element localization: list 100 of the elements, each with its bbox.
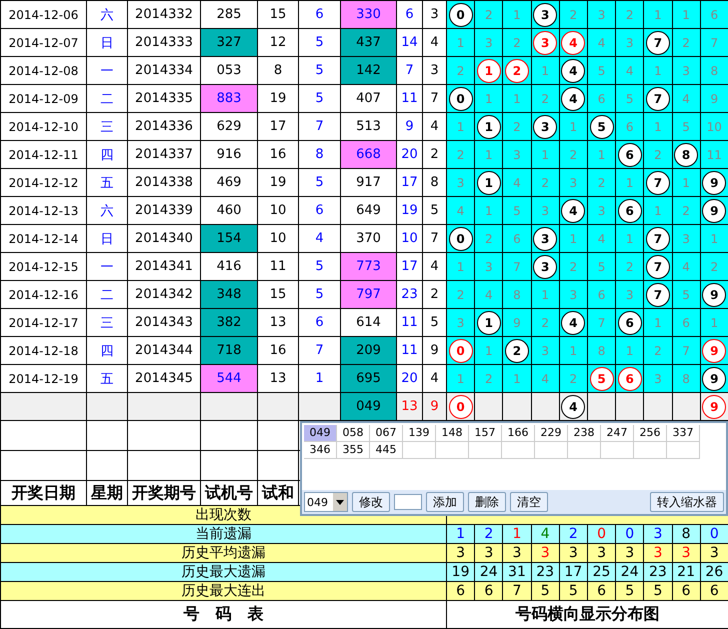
table-cell: 19 <box>396 196 422 224</box>
number-item[interactable]: 355 <box>337 442 370 459</box>
table-cell: 049 <box>340 392 396 420</box>
number-ball: 6 <box>618 310 642 334</box>
number-ball: 9 <box>702 366 726 390</box>
toolbar-button[interactable]: 转入缩水器 <box>650 492 724 512</box>
table-cell: 六 <box>86 0 128 28</box>
table-cell: 4 <box>474 280 503 308</box>
table-cell: 348 <box>200 280 258 308</box>
table-cell: 695 <box>340 364 396 392</box>
table-cell: 5 <box>298 168 340 196</box>
table-cell: 6 <box>700 0 728 28</box>
table-cell: 4 <box>587 224 616 252</box>
table-cell: 1 <box>502 0 532 28</box>
number-item[interactable]: 166 <box>502 425 535 442</box>
number-item[interactable]: 256 <box>634 425 667 442</box>
table-cell: 1 <box>446 364 475 392</box>
number-ball: 9 <box>702 170 726 194</box>
table-cell: 6 <box>672 308 700 336</box>
toolbar-button[interactable]: 清空 <box>510 492 548 512</box>
table-cell: 1 <box>502 364 532 392</box>
table-cell: 1 <box>446 28 475 56</box>
number-ball: 4 <box>561 310 586 334</box>
number-ball: 0 <box>448 338 473 362</box>
table-cell: 8 <box>700 56 728 84</box>
toolbar-button[interactable]: 添加 <box>426 492 464 512</box>
table-cell: 6 <box>298 308 340 336</box>
table-cell: 11 <box>396 84 422 112</box>
table-cell: 7 <box>396 56 422 84</box>
number-item[interactable]: 346 <box>304 442 337 459</box>
number-ball: 0 <box>448 226 473 250</box>
number-item[interactable]: 337 <box>667 425 700 442</box>
table-cell: 2 <box>559 140 588 168</box>
table-cell: 407 <box>340 84 396 112</box>
table-cell: 2014338 <box>128 168 200 196</box>
table-cell: 2 <box>446 56 475 84</box>
table-cell: 8 <box>672 364 700 392</box>
number-ball: 4 <box>561 58 586 82</box>
input-field[interactable] <box>394 494 422 510</box>
table-cell: 917 <box>340 168 396 196</box>
table-cell: 3 <box>446 308 475 336</box>
table-cell: 6 <box>484 582 494 598</box>
number-ball: 2 <box>504 58 529 82</box>
table-cell: 3 <box>474 28 503 56</box>
table-title: 号 码 表 <box>0 600 446 628</box>
empty-cell <box>667 442 700 459</box>
number-dropdown[interactable]: 049 <box>304 492 348 512</box>
table-cell: 2 <box>700 252 728 280</box>
empty-cell <box>601 442 634 459</box>
toolbar-button[interactable]: 修改 <box>352 492 390 512</box>
number-ball: 7 <box>646 226 670 250</box>
table-cell: 2014-12-14 <box>0 224 86 252</box>
number-ball: 1 <box>476 114 501 138</box>
table-cell: 4 <box>531 364 560 392</box>
number-item[interactable]: 058 <box>337 425 370 442</box>
table-cell: 0 <box>625 526 634 542</box>
number-ball: 3 <box>533 226 558 250</box>
number-item[interactable]: 445 <box>370 442 403 459</box>
table-cell: 2014332 <box>128 0 200 28</box>
table-cell: 2014-12-09 <box>0 84 86 112</box>
table-cell: 1 <box>474 336 503 364</box>
table-cell: 4 <box>672 252 700 280</box>
number-item[interactable]: 148 <box>436 425 469 442</box>
table-cell: 1 <box>644 308 672 336</box>
number-item[interactable]: 049 <box>304 425 337 442</box>
empty-cell <box>568 442 601 459</box>
number-item[interactable]: 238 <box>568 425 601 442</box>
table-cell: 17 <box>258 112 298 140</box>
table-cell: 3 <box>625 544 634 560</box>
number-ball: 7 <box>646 30 670 54</box>
number-item[interactable]: 229 <box>535 425 568 442</box>
table-cell: 0 <box>597 526 606 542</box>
empty-cell <box>502 442 535 459</box>
table-cell: 2 <box>531 308 560 336</box>
number-ball: 2 <box>504 338 529 362</box>
table-cell: 4 <box>672 84 700 112</box>
table-cell: 日 <box>86 224 128 252</box>
table-cell: 544 <box>200 364 258 392</box>
number-ball: 7 <box>646 282 670 306</box>
empty-cell <box>469 442 502 459</box>
table-cell: 9 <box>396 112 422 140</box>
table-cell: 6 <box>456 582 466 598</box>
table-cell: 1 <box>531 280 560 308</box>
row-label: 历史最大遗漏 <box>0 562 446 582</box>
number-item[interactable]: 067 <box>370 425 403 442</box>
table-cell: 2 <box>502 28 532 56</box>
number-item[interactable]: 139 <box>403 425 436 442</box>
table-cell: 5 <box>502 196 532 224</box>
table-cell: 2014-12-11 <box>0 140 86 168</box>
number-ball: 0 <box>448 394 473 418</box>
toolbar-button[interactable]: 删除 <box>468 492 506 512</box>
table-cell: 1 <box>587 140 616 168</box>
number-item[interactable]: 247 <box>601 425 634 442</box>
table-cell: 7 <box>502 252 532 280</box>
table-cell: 11 <box>700 140 728 168</box>
table-cell: 5 <box>625 582 634 598</box>
row-label: 当前遗漏 <box>0 524 446 544</box>
table-cell: 2 <box>484 526 494 542</box>
table-cell: 9 <box>422 392 446 420</box>
number-item[interactable]: 157 <box>469 425 502 442</box>
